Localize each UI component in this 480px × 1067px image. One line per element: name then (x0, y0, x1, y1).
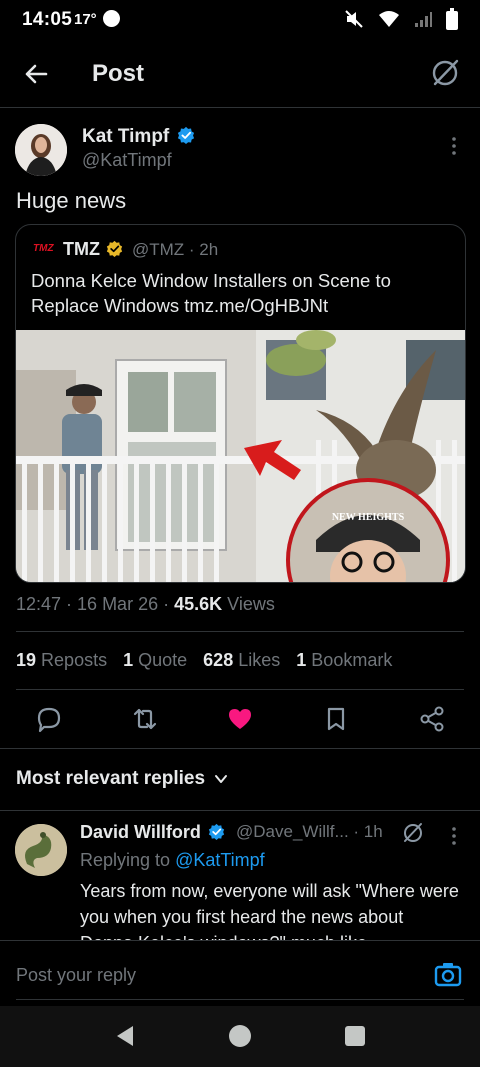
replying-to-prefix: Replying to (80, 850, 176, 870)
author-avatar-image (15, 124, 67, 176)
views-count: 45.6K (174, 594, 223, 614)
reply-meta: @Dave_Willf... · 1h (236, 822, 383, 841)
page-title: Post (92, 60, 145, 87)
bookmarks-label: Bookmark (311, 650, 393, 670)
chevron-down-icon (215, 775, 228, 783)
action-bar (0, 700, 480, 740)
likes-count: 628 (203, 650, 234, 670)
status-icons (344, 8, 458, 30)
reposts-label: Reposts (41, 650, 108, 670)
quotes-stat[interactable]: 1 Quote (123, 650, 187, 671)
more-options-icon[interactable] (446, 136, 462, 156)
replies-sort-label: Most relevant replies (16, 768, 206, 789)
divider (16, 689, 464, 690)
author-avatar[interactable] (15, 124, 67, 176)
battery-icon (446, 8, 458, 30)
views-label: Views (222, 594, 275, 614)
system-nav-bar (0, 1006, 480, 1067)
verified-badge-icon (208, 823, 225, 840)
reply-compose-bar: Post your reply (0, 940, 480, 1006)
divider (0, 810, 480, 811)
likes-stat[interactable]: 628 Likes (203, 650, 280, 671)
repost-icon[interactable] (131, 705, 159, 733)
divider (0, 748, 480, 749)
post-text: Huge news (16, 188, 127, 213)
back-arrow-icon[interactable] (20, 58, 52, 90)
quoted-text: Donna Kelce Window Installers on Scene t… (31, 270, 391, 316)
author-handle[interactable]: @KatTimpf (82, 150, 172, 171)
reposts-count: 19 (16, 650, 37, 670)
quotes-count: 1 (123, 650, 134, 670)
author-name[interactable]: Kat Timpf (82, 126, 195, 148)
quoted-author-name-text: TMZ (63, 239, 100, 259)
gold-verified-badge-icon (106, 240, 123, 257)
engagement-stats: 19 Reposts 1 Quote 628 Likes 1 Bookmark (16, 650, 392, 671)
verified-badge-icon (177, 126, 194, 144)
bookmarks-count: 1 (296, 650, 307, 670)
quoted-meta: @TMZ · 2h (132, 240, 219, 259)
reply-input[interactable]: Post your reply (16, 965, 136, 986)
nav-back-icon[interactable] (113, 1024, 137, 1048)
wifi-icon (379, 11, 399, 27)
author-name-text: Kat Timpf (82, 126, 170, 147)
reply-text: Years from now, everyone will ask "Where… (80, 881, 459, 940)
reposts-stat[interactable]: 19 Reposts (16, 650, 107, 671)
reply-author-name[interactable]: David Willford (80, 822, 225, 843)
nav-recents-icon[interactable] (343, 1024, 367, 1048)
notification-dot-icon (103, 10, 120, 27)
likes-label: Likes (238, 650, 281, 670)
nav-home-icon[interactable] (228, 1024, 252, 1048)
quoted-author-name: TMZ (63, 239, 123, 260)
divider (16, 631, 464, 632)
grok-icon[interactable] (402, 822, 424, 844)
compose-underline (16, 999, 464, 1000)
more-options-icon[interactable] (446, 826, 462, 846)
reply-author-avatar[interactable] (15, 824, 67, 876)
quoted-media-image[interactable]: NEW HEIGHTS (16, 330, 466, 583)
tmz-logo: TMZ (33, 243, 54, 254)
replying-to-handle[interactable]: @KatTimpf (175, 850, 265, 870)
quotes-label: Quote (138, 650, 188, 670)
signal-icon (415, 12, 432, 27)
replying-to: Replying to @KatTimpf (80, 850, 265, 871)
camera-icon[interactable] (434, 961, 462, 989)
post-timestamp: 12:47 · 16 Mar 26 · 45.6K Views (16, 594, 275, 615)
share-icon[interactable] (418, 705, 446, 733)
top-app-bar: Post (0, 40, 480, 108)
replies-sort-dropdown[interactable]: Most relevant replies (16, 768, 229, 790)
timestamp-text: 12:47 · 16 Mar 26 · (16, 594, 175, 614)
status-temperature: 17° (74, 11, 97, 28)
reply-icon[interactable] (35, 705, 63, 733)
status-bar: 14:05 17° (0, 0, 480, 40)
status-time: 14:05 (22, 9, 73, 30)
cap-text: NEW HEIGHTS (332, 512, 405, 523)
bookmark-icon[interactable] (322, 705, 350, 733)
quoted-post-card[interactable]: TMZ TMZ @TMZ · 2h Donna Kelce Window Ins… (15, 224, 466, 583)
reply-avatar-image (15, 824, 67, 876)
bookmarks-stat[interactable]: 1 Bookmark (296, 650, 392, 671)
mute-icon (345, 10, 363, 28)
heart-icon[interactable] (226, 705, 254, 733)
reply-author-name-text: David Willford (80, 822, 201, 842)
grok-icon[interactable] (430, 58, 460, 88)
